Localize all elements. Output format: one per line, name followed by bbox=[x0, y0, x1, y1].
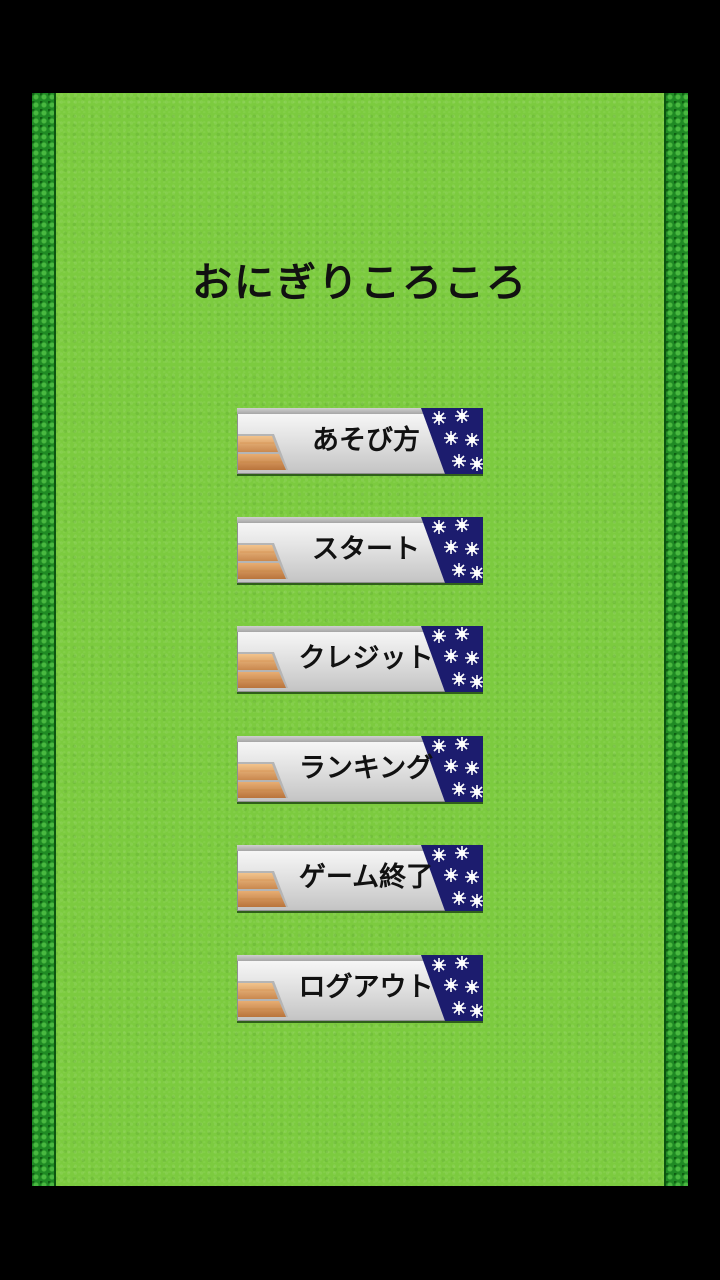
exit-game-label: ゲーム終了 bbox=[298, 862, 434, 893]
wood-plank-icon bbox=[238, 980, 289, 1018]
start-label: スタート bbox=[312, 534, 420, 565]
wood-plank-icon bbox=[238, 433, 289, 471]
right-hedge bbox=[664, 93, 688, 1186]
credit-label: クレジット bbox=[298, 643, 434, 674]
ranking-label: ランキング bbox=[298, 753, 434, 784]
wood-plank-icon bbox=[238, 761, 289, 799]
wood-plank-icon bbox=[238, 870, 289, 908]
howto-label: あそび方 bbox=[312, 425, 420, 456]
ranking-button[interactable]: ランキング bbox=[237, 736, 483, 802]
howto-button[interactable]: あそび方 bbox=[237, 408, 483, 474]
start-button[interactable]: スタート bbox=[237, 517, 483, 583]
credit-button[interactable]: クレジット bbox=[237, 626, 483, 692]
wood-plank-icon bbox=[238, 542, 289, 580]
game-title: おにぎりころころ bbox=[192, 260, 528, 306]
game-screen: おにぎりころころ あそび方 スタート クレジット ランキング ゲーム終了 ログア… bbox=[0, 0, 720, 1280]
logout-button[interactable]: ログアウト bbox=[237, 955, 483, 1021]
wood-plank-icon bbox=[238, 651, 289, 689]
exit-game-button[interactable]: ゲーム終了 bbox=[237, 845, 483, 911]
logout-label: ログアウト bbox=[298, 972, 434, 1003]
left-hedge bbox=[32, 93, 56, 1186]
